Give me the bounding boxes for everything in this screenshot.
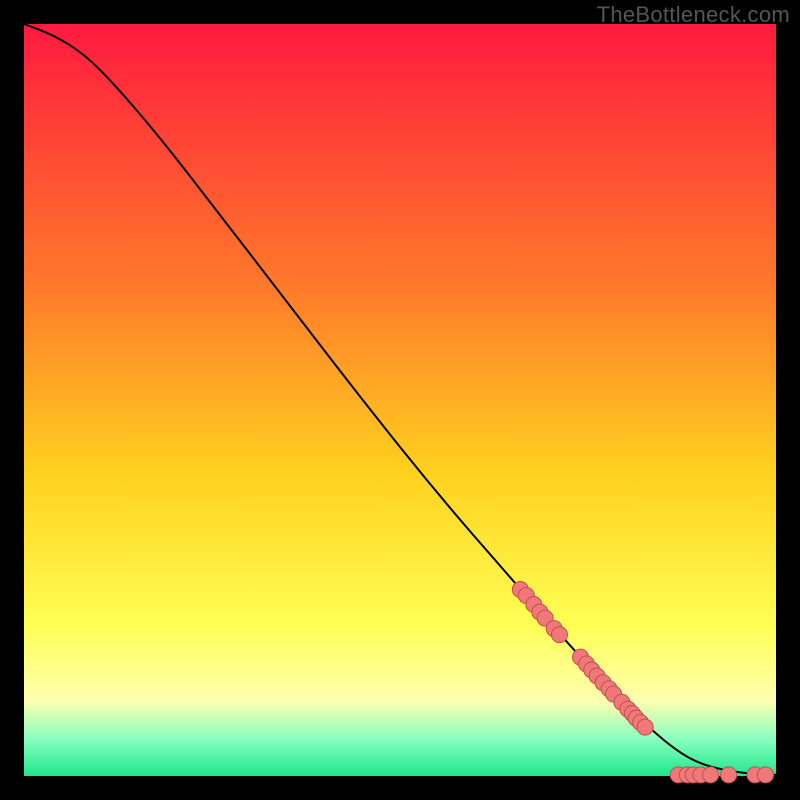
plot-background bbox=[24, 24, 776, 776]
chart-svg bbox=[0, 0, 800, 800]
data-marker bbox=[703, 767, 719, 783]
watermark-text: TheBottleneck.com bbox=[597, 2, 790, 28]
data-marker bbox=[757, 767, 773, 783]
data-marker bbox=[637, 719, 653, 735]
data-marker bbox=[721, 767, 737, 783]
data-marker bbox=[551, 627, 567, 643]
chart-frame: TheBottleneck.com bbox=[0, 0, 800, 800]
